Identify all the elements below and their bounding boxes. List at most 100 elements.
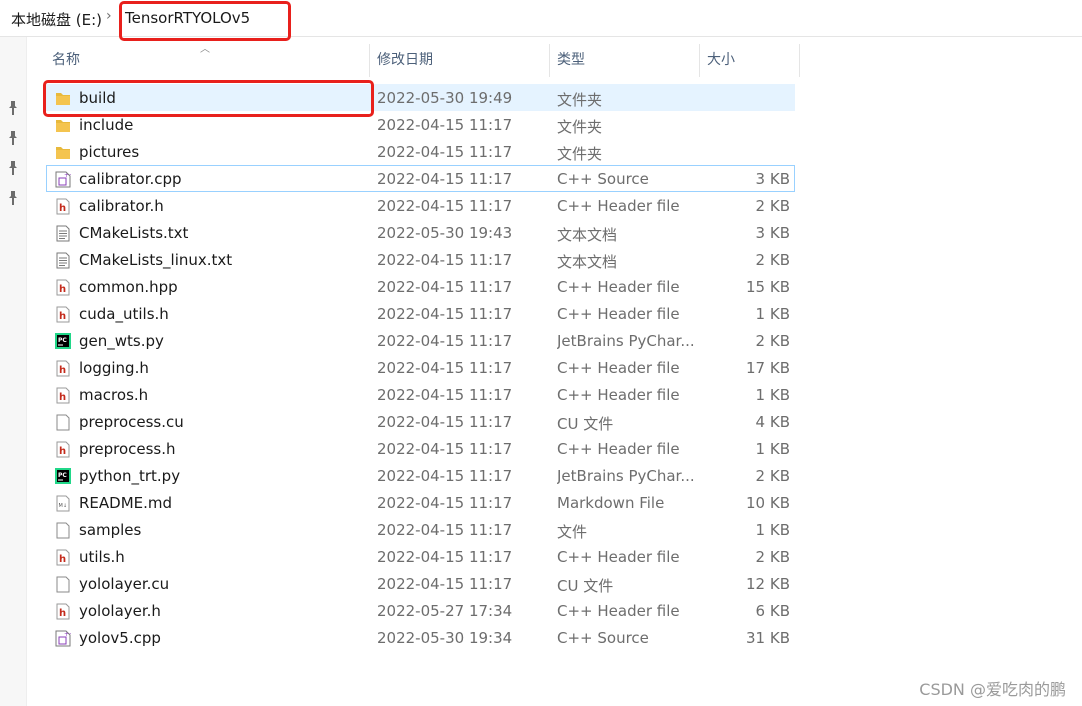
file-name: utils.h	[79, 548, 125, 566]
folder-icon	[55, 144, 71, 161]
file-type: C++ Header file	[557, 305, 680, 323]
file-name: macros.h	[79, 386, 149, 404]
file-name: preprocess.h	[79, 440, 176, 458]
file-type: C++ Header file	[557, 548, 680, 566]
file-date: 2022-04-15 11:17	[377, 440, 513, 458]
file-size: 2 KB	[755, 251, 790, 269]
pin-icon[interactable]	[8, 101, 18, 115]
svg-text:h: h	[59, 203, 66, 214]
file-date: 2022-04-15 11:17	[377, 386, 513, 404]
file-name: CMakeLists_linux.txt	[79, 251, 233, 269]
cpp-source-icon: ++	[55, 630, 74, 647]
file-name: README.md	[79, 494, 173, 512]
file-date: 2022-04-15 11:17	[377, 332, 513, 350]
file-row[interactable]: pictures 2022-04-15 11:17 文件夹	[46, 138, 795, 165]
file-row[interactable]: h cuda_utils.h 2022-04-15 11:17 C++ Header …	[46, 300, 795, 327]
file-date: 2022-05-30 19:34	[377, 629, 513, 647]
file-date: 2022-04-15 11:17	[377, 251, 513, 269]
file-name: cuda_utils.h	[79, 305, 169, 323]
file-row[interactable]: h yololayer.h 2022-05-27 17:34 C++ Header f…	[46, 597, 795, 624]
file-type: JetBrains PyChar...	[557, 467, 695, 485]
file-type: 文件夹	[557, 145, 603, 163]
file-size: 2 KB	[755, 332, 790, 350]
file-name: include	[79, 116, 134, 134]
pin-icon[interactable]	[8, 161, 18, 175]
file-row[interactable]: M↓ README.md 2022-04-15 11:17 Markdown File…	[46, 489, 795, 516]
header-file-icon: h	[55, 279, 71, 296]
header-file-icon: h	[55, 549, 71, 566]
file-date: 2022-04-15 11:17	[377, 170, 513, 188]
column-header-size[interactable]: 大小	[701, 44, 800, 77]
file-row[interactable]: h preprocess.h 2022-04-15 11:17 C++ Header …	[46, 435, 795, 462]
file-size: 1 KB	[755, 305, 790, 323]
file-size: 31 KB	[746, 629, 790, 647]
file-type: C++ Source	[557, 629, 649, 647]
header-file-icon: h	[55, 360, 71, 377]
file-size: 12 KB	[746, 575, 790, 593]
file-row[interactable]: samples 2022-04-15 11:17 文件 1 KB	[46, 516, 795, 543]
file-row[interactable]: ++ yolov5.cpp 2022-05-30 19:34 C++ Source 31…	[46, 624, 795, 651]
file-date: 2022-05-27 17:34	[377, 602, 513, 620]
file-date: 2022-04-15 11:17	[377, 197, 513, 215]
file-row[interactable]: h utils.h 2022-04-15 11:17 C++ Header file 2…	[46, 543, 795, 570]
file-date: 2022-04-15 11:17	[377, 359, 513, 377]
pin-icon[interactable]	[8, 131, 18, 145]
file-row[interactable]: ++ calibrator.cpp 2022-04-15 11:17 C++ Sour…	[46, 165, 795, 192]
column-header-name[interactable]: 名称	[46, 44, 370, 77]
header-file-icon: h	[55, 441, 71, 458]
file-name: samples	[79, 521, 142, 539]
column-header-type[interactable]: 类型	[551, 44, 700, 77]
file-type: C++ Header file	[557, 359, 680, 377]
file-date: 2022-04-15 11:17	[377, 305, 513, 323]
breadcrumb-separator-icon[interactable]: ›	[106, 8, 112, 24]
file-row[interactable]: h common.hpp 2022-04-15 11:17 C++ Header fi…	[46, 273, 795, 300]
file-row[interactable]: CMakeLists_linux.txt 2022-04-15 11:17 文本文档…	[46, 246, 795, 273]
header-file-icon: h	[55, 387, 71, 404]
file-date: 2022-04-15 11:17	[377, 575, 513, 593]
file-row[interactable]: h logging.h 2022-04-15 11:17 C++ Header fil…	[46, 354, 795, 381]
file-type: 文本文档	[557, 253, 618, 271]
column-header-date[interactable]: 修改日期	[371, 44, 550, 77]
svg-text:h: h	[59, 608, 66, 619]
file-type: 文件夹	[557, 91, 603, 109]
file-date: 2022-04-15 11:17	[377, 413, 513, 431]
file-type: C++ Header file	[557, 602, 680, 620]
file-size: 1 KB	[755, 440, 790, 458]
header-file-icon: h	[55, 603, 71, 620]
file-size: 17 KB	[746, 359, 790, 377]
file-row[interactable]: PC gen_wts.py 2022-04-15 11:17 JetBrains Py…	[46, 327, 795, 354]
file-type: 文件夹	[557, 118, 603, 136]
navigation-pane	[0, 37, 27, 706]
file-size: 6 KB	[755, 602, 790, 620]
file-type: CU 文件	[557, 577, 614, 595]
file-date: 2022-04-15 11:17	[377, 278, 513, 296]
svg-text:h: h	[59, 365, 66, 376]
file-type: C++ Header file	[557, 197, 680, 215]
file-size: 2 KB	[755, 197, 790, 215]
file-row[interactable]: yololayer.cu 2022-04-15 11:17 CU 文件 12 KB	[46, 570, 795, 597]
file-row[interactable]: CMakeLists.txt 2022-05-30 19:43 文本文档 3 KB	[46, 219, 795, 246]
file-name: yololayer.cu	[79, 575, 170, 593]
file-type: 文本文档	[557, 226, 618, 244]
file-row[interactable]: h macros.h 2022-04-15 11:17 C++ Header file…	[46, 381, 795, 408]
folder-icon	[55, 117, 71, 134]
file-type: C++ Header file	[557, 386, 680, 404]
pycharm-icon: PC	[55, 333, 71, 350]
file-row[interactable]: preprocess.cu 2022-04-15 11:17 CU 文件 4 KB	[46, 408, 795, 435]
file-type: 文件	[557, 523, 588, 541]
file-name: common.hpp	[79, 278, 178, 296]
svg-text:h: h	[59, 446, 66, 457]
file-size: 2 KB	[755, 548, 790, 566]
blank-file-icon	[55, 414, 71, 431]
breadcrumb-drive[interactable]: 本地磁盘 (E:)	[11, 9, 102, 30]
file-size: 15 KB	[746, 278, 790, 296]
markdown-file-icon: M↓	[55, 495, 71, 512]
pin-icon[interactable]	[8, 191, 18, 205]
file-row[interactable]: PC python_trt.py 2022-04-15 11:17 JetBrains…	[46, 462, 795, 489]
header-file-icon: h	[55, 306, 71, 323]
file-row[interactable]: h calibrator.h 2022-04-15 11:17 C++ Header …	[46, 192, 795, 219]
file-name: gen_wts.py	[79, 332, 164, 350]
svg-text:h: h	[59, 392, 66, 403]
file-date: 2022-04-15 11:17	[377, 143, 513, 161]
file-name: calibrator.cpp	[79, 170, 182, 188]
